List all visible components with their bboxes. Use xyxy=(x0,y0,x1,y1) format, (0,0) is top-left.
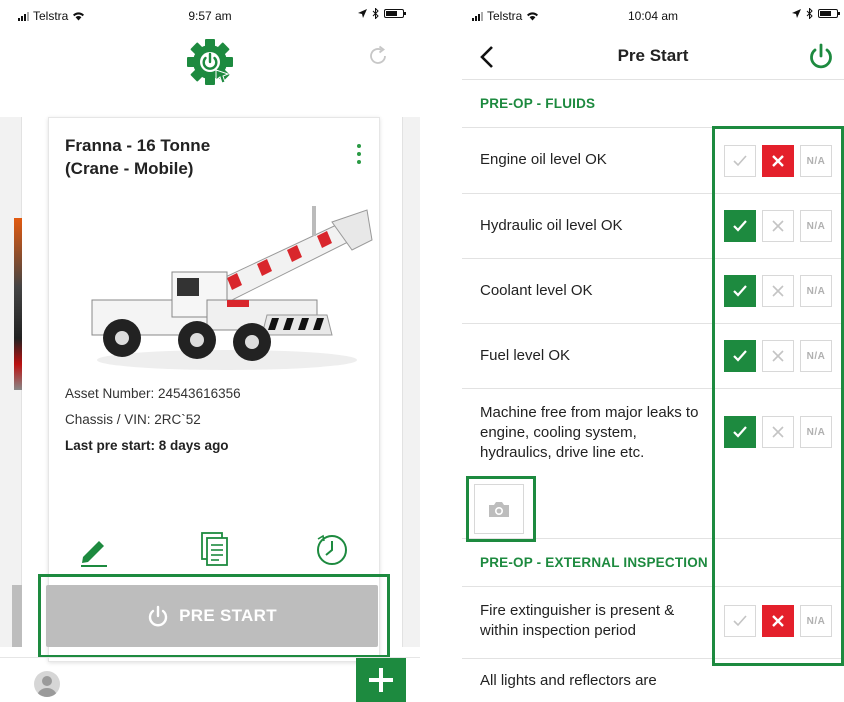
pass-button[interactable] xyxy=(724,145,756,177)
cross-icon xyxy=(772,426,784,438)
checklist-item: Coolant level OK N/A xyxy=(462,259,844,324)
checklist-item: Hydraulic oil level OK N/A xyxy=(462,194,844,259)
na-button[interactable]: N/A xyxy=(800,340,832,372)
pass-button[interactable] xyxy=(724,605,756,637)
status-bar: Telstra 10:04 am xyxy=(462,0,844,32)
bluetooth-icon xyxy=(806,8,813,19)
pre-start-checklist-screen: Telstra 10:04 am Pre Start PRE-OP - FLUI… xyxy=(462,0,844,702)
add-asset-button[interactable] xyxy=(356,658,406,702)
asset-card[interactable]: Franna - 16 Tonne (Crane - Mobile) Asset… xyxy=(48,117,380,662)
check-icon xyxy=(733,220,747,232)
fail-button[interactable] xyxy=(762,340,794,372)
power-icon xyxy=(148,605,168,627)
last-prestart: Last pre start: 8 days ago xyxy=(65,438,229,453)
pass-button[interactable] xyxy=(724,416,756,448)
asset-list-screen: Telstra 9:57 am Franna - 16 Tonne (Crane… xyxy=(0,0,420,702)
fail-button[interactable] xyxy=(762,210,794,242)
power-icon[interactable] xyxy=(808,43,834,69)
previous-card-button xyxy=(12,585,22,647)
section-header-fluids: PRE-OP - FLUIDS xyxy=(462,80,844,128)
checklist-item: All lights and reflectors are xyxy=(480,672,657,689)
bluetooth-icon xyxy=(372,8,379,19)
na-button[interactable]: N/A xyxy=(800,210,832,242)
pre-start-button[interactable]: PRE START xyxy=(46,585,378,647)
gear-power-logo-icon xyxy=(187,39,233,85)
history-clock-icon[interactable] xyxy=(315,531,349,567)
pass-button[interactable] xyxy=(724,210,756,242)
check-icon xyxy=(733,426,747,438)
page-title: Pre Start xyxy=(617,46,689,65)
battery-icon xyxy=(384,9,406,18)
chassis-vin: Chassis / VIN: 2RC`52 xyxy=(65,412,201,427)
na-button[interactable]: N/A xyxy=(800,145,832,177)
cross-icon xyxy=(772,155,784,167)
na-button[interactable]: N/A xyxy=(800,275,832,307)
next-asset-card[interactable] xyxy=(402,117,420,647)
asset-title: Franna - 16 Tonne (Crane - Mobile) xyxy=(65,136,211,178)
kebab-menu-icon[interactable] xyxy=(357,144,361,164)
fail-button[interactable] xyxy=(762,416,794,448)
cross-icon xyxy=(772,220,784,232)
cross-icon xyxy=(772,615,784,627)
avatar-icon[interactable] xyxy=(34,671,60,697)
section-header-external-inspection: PRE-OP - EXTERNAL INSPECTION xyxy=(462,539,844,587)
na-button[interactable]: N/A xyxy=(800,605,832,637)
check-icon xyxy=(733,285,747,297)
edit-pencil-icon[interactable] xyxy=(77,531,111,567)
documents-icon[interactable] xyxy=(197,531,231,567)
battery-icon xyxy=(818,9,840,18)
check-icon xyxy=(733,615,747,627)
fail-button[interactable] xyxy=(762,275,794,307)
status-time: 9:57 am xyxy=(188,9,232,23)
na-button[interactable]: N/A xyxy=(800,416,832,448)
cross-icon xyxy=(772,285,784,297)
pre-start-label: PRE START xyxy=(179,606,277,625)
previous-asset-image xyxy=(14,218,22,390)
crane-image xyxy=(91,206,373,370)
pass-button[interactable] xyxy=(724,275,756,307)
checklist-item: Fuel level OK N/A xyxy=(462,324,844,389)
status-time: 10:04 am xyxy=(627,9,679,23)
check-icon xyxy=(733,350,747,362)
checklist-item: Engine oil level OK N/A xyxy=(462,128,844,194)
asset-number: Asset Number: 24543616356 xyxy=(65,386,241,401)
refresh-icon[interactable] xyxy=(366,44,390,68)
location-arrow-icon xyxy=(358,9,367,18)
plus-icon xyxy=(369,668,393,692)
add-photo-button[interactable] xyxy=(474,484,524,534)
check-icon xyxy=(733,155,747,167)
location-arrow-icon xyxy=(792,9,801,18)
cross-icon xyxy=(772,350,784,362)
fail-button[interactable] xyxy=(762,605,794,637)
status-bar: Telstra 9:57 am xyxy=(0,0,420,32)
nav-bar: Pre Start xyxy=(462,34,844,80)
pass-button[interactable] xyxy=(724,340,756,372)
checklist-item: Fire extinguisher is present & within in… xyxy=(462,587,844,659)
camera-icon xyxy=(489,501,509,517)
fail-button[interactable] xyxy=(762,145,794,177)
